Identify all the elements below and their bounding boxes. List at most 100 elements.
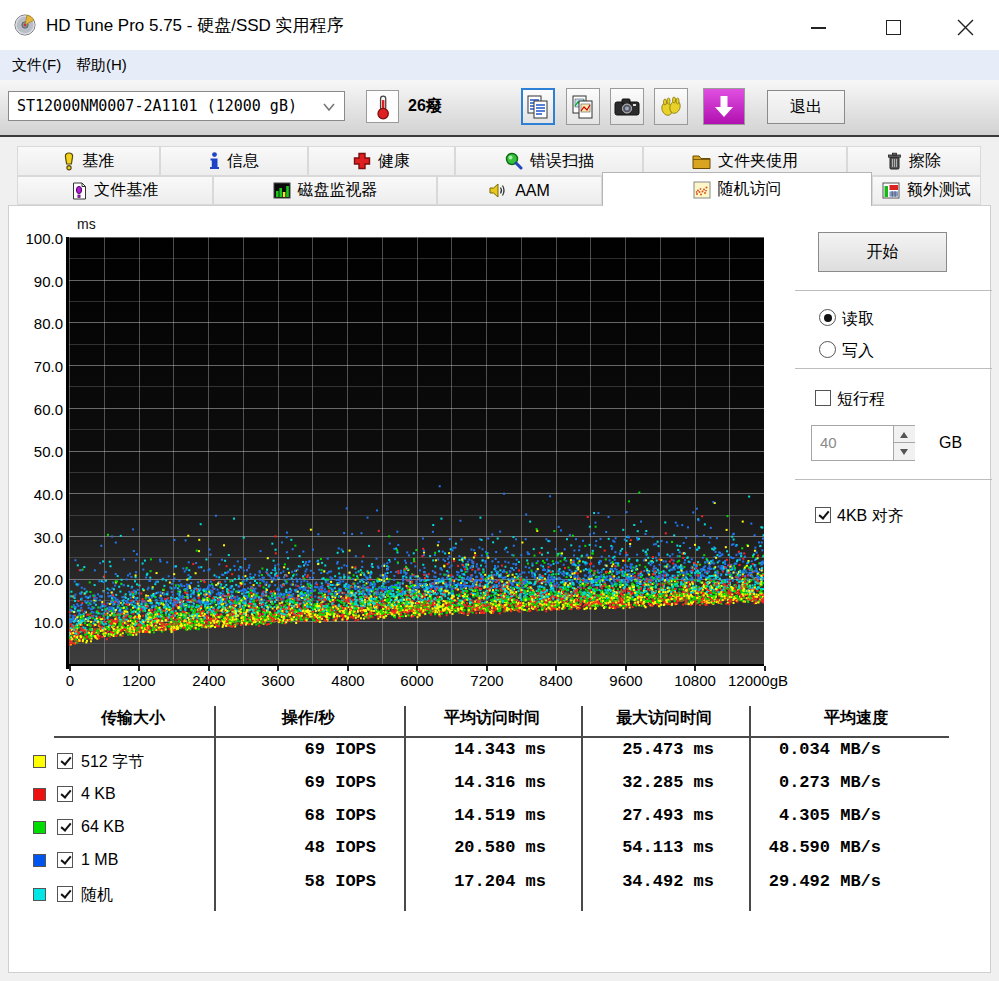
minimize-button[interactable]: [811, 27, 826, 29]
avg-random: 17.204 ms: [396, 872, 546, 891]
max-512b: 25.473 ms: [564, 740, 714, 759]
series-checkbox-4kb[interactable]: [57, 786, 73, 802]
table-header-line: [54, 736, 949, 738]
x-tick: [416, 666, 418, 671]
write-radio[interactable]: [819, 341, 836, 358]
x-tick: [69, 666, 71, 671]
series-checkbox-random[interactable]: [57, 886, 73, 902]
screenshot-button[interactable]: [610, 88, 644, 125]
speaker-icon: [489, 182, 508, 199]
help-hands-button[interactable]: [654, 88, 688, 125]
y-tick-label: 40.0: [19, 486, 63, 503]
series-label-4kb: 4 KB: [81, 785, 116, 803]
menu-file[interactable]: 文件(F): [2, 50, 71, 80]
series-swatch-1mb: [33, 854, 46, 867]
max-1mb: 54.113 ms: [564, 838, 714, 857]
maximize-button[interactable]: [886, 20, 901, 35]
y-tick-label: 70.0: [19, 358, 63, 375]
x-tick-label: 0: [35, 672, 105, 689]
close-button[interactable]: [957, 19, 974, 36]
x-tick: [277, 666, 279, 671]
align-4kb-label: 4KB 对齐: [837, 506, 904, 527]
app-icon: [14, 13, 38, 37]
col-header-max-access: 最大访问时间: [594, 708, 734, 729]
copy-text-button[interactable]: [521, 88, 555, 125]
x-tick-label: 12000gB: [712, 672, 804, 689]
down-arrow-icon: [900, 449, 908, 455]
avg-1mb: 20.580 ms: [396, 838, 546, 857]
drive-selector-value: ST12000NM0007-2A1101 (12000 gB): [17, 97, 297, 115]
thermometer-icon: [367, 91, 398, 122]
y-tick-label: 60.0: [19, 401, 63, 418]
align-4kb-checkbox[interactable]: [815, 507, 831, 523]
x-tick-label: 4800: [313, 672, 383, 689]
speed-random: 29.492 MB/s: [709, 872, 881, 891]
copy-image-button[interactable]: [566, 88, 600, 125]
speed-512b: 0.034 MB/s: [709, 740, 881, 759]
menu-bar: 文件(F) 帮助(H): [0, 50, 999, 80]
tab-label: 磁盘监视器: [298, 180, 378, 201]
start-button[interactable]: 开始: [818, 232, 947, 272]
read-radio[interactable]: [819, 309, 836, 326]
x-tick: [208, 666, 210, 671]
series-label-64kb: 64 KB: [81, 818, 125, 836]
camera-icon: [614, 96, 640, 118]
chevron-down-icon: [322, 100, 336, 114]
y-tick-label: 30.0: [19, 529, 63, 546]
read-label: 读取: [842, 309, 874, 330]
tab-extra-tests[interactable]: 额外测试: [872, 176, 981, 205]
short-stroke-size-input[interactable]: 40: [811, 425, 915, 461]
tab-label: 文件夹使用: [718, 151, 798, 172]
tab-info[interactable]: 信息: [160, 146, 308, 176]
info-icon: [209, 152, 220, 170]
x-tick-label: 1200: [104, 672, 174, 689]
tab-file-benchmark[interactable]: 文件基准: [17, 176, 213, 205]
series-label-1mb: 1 MB: [81, 851, 118, 869]
spin-down-button[interactable]: [894, 443, 915, 460]
title-bar: HD Tune Pro 5.75 - 硬盘/SSD 实用程序: [0, 0, 999, 50]
copy-image-icon: [571, 94, 595, 120]
scatter-canvas: [69, 237, 764, 666]
exit-button[interactable]: 退出: [767, 90, 845, 124]
tab-label: 健康: [378, 151, 410, 172]
toolbar: ST12000NM0007-2A1101 (12000 gB) 26癈: [0, 80, 999, 137]
speed-1mb: 48.590 MB/s: [709, 838, 881, 857]
x-tick: [486, 666, 488, 671]
spin-up-button[interactable]: [894, 426, 915, 443]
tab-label: 额外测试: [907, 180, 971, 201]
tab-random-access[interactable]: 随机访问: [602, 172, 872, 206]
tab-aam[interactable]: AAM: [437, 176, 602, 205]
tab-disk-monitor[interactable]: 磁盘监视器: [213, 176, 437, 205]
tab-benchmark[interactable]: 基准: [17, 146, 160, 176]
drive-selector[interactable]: ST12000NM0007-2A1101 (12000 gB): [8, 91, 345, 121]
tab-label: 擦除: [909, 151, 941, 172]
window-title: HD Tune Pro 5.75 - 硬盘/SSD 实用程序: [46, 14, 344, 37]
short-stroke-checkbox[interactable]: [815, 390, 831, 406]
menu-help[interactable]: 帮助(H): [66, 50, 137, 80]
spin-buttons: [893, 426, 914, 460]
x-tick-label: 2400: [174, 672, 244, 689]
disk-monitor-icon: [273, 182, 291, 199]
y-axis-unit: ms: [77, 216, 96, 232]
separator: [795, 368, 992, 369]
gb-unit-label: GB: [939, 434, 962, 452]
tab-health[interactable]: 健康: [308, 146, 455, 176]
tab-label: 文件基准: [94, 180, 158, 201]
series-checkbox-512b[interactable]: [57, 753, 73, 769]
short-stroke-size-value: 40: [820, 434, 837, 451]
x-tick: [555, 666, 557, 671]
x-tick-label: 9600: [591, 672, 661, 689]
temperature-button[interactable]: [366, 90, 399, 123]
series-checkbox-64kb[interactable]: [57, 819, 73, 835]
save-results-button[interactable]: [703, 88, 745, 125]
col-header-transfer-size: 传输大小: [63, 708, 203, 729]
series-label-random: 随机: [81, 885, 113, 906]
table-divider: [214, 706, 216, 911]
random-access-icon: [693, 181, 711, 199]
download-arrow-icon: [711, 94, 737, 120]
series-checkbox-1mb[interactable]: [57, 852, 73, 868]
max-64kb: 27.493 ms: [564, 806, 714, 825]
tab-label: AAM: [515, 182, 550, 200]
separator: [795, 479, 992, 480]
series-swatch-4kb: [33, 788, 46, 801]
